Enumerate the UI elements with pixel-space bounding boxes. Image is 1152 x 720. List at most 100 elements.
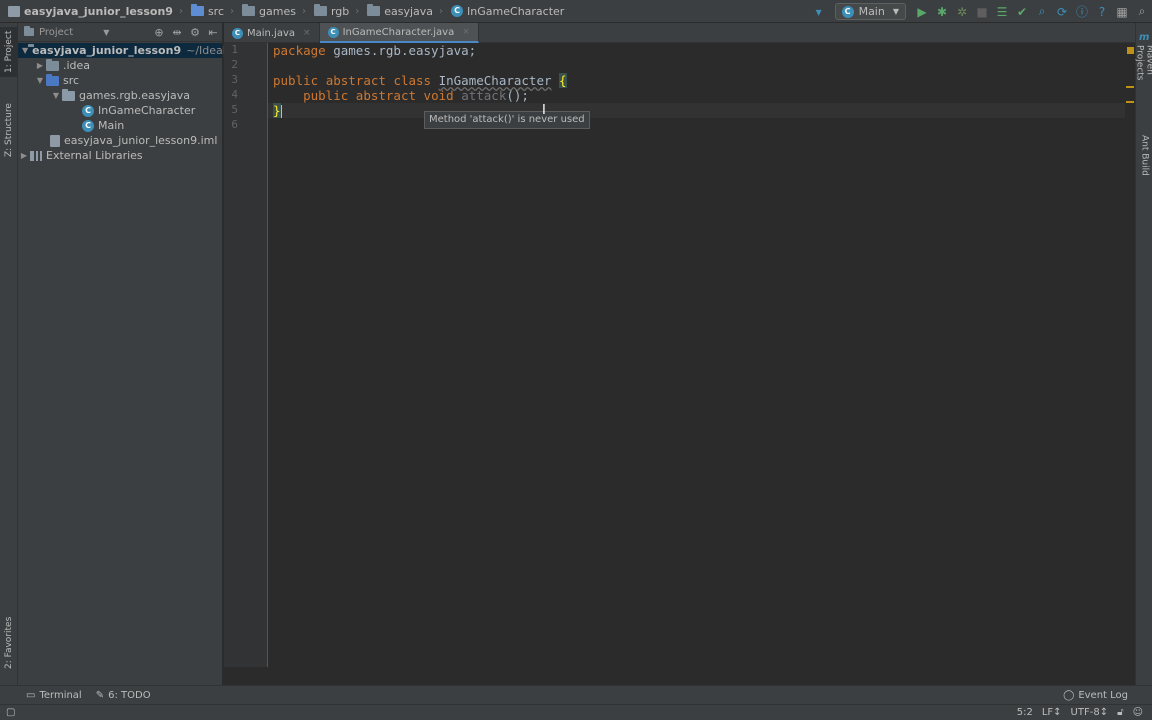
vcs-update-icon[interactable]: ☰ <box>992 0 1012 23</box>
project-tree: ▼ easyjava_junior_lesson9 ~/IdeaPr ▶ .id… <box>18 42 234 163</box>
debug-icon[interactable]: ✱ <box>932 0 952 23</box>
tool-tab-event-log[interactable]: ◯ Event Log <box>1063 690 1128 701</box>
breadcrumb-project[interactable]: easyjava_junior_lesson9 › <box>0 0 183 23</box>
right-tool-stripe: m Maven Projects Ant Build <box>1135 23 1152 685</box>
folder-icon <box>313 4 327 16</box>
tool-tab-favorites[interactable]: 2: Favorites <box>0 607 18 679</box>
caret-row-highlight <box>268 103 1125 118</box>
code-line-5: } <box>273 103 282 118</box>
expanded-arrow-icon[interactable]: ▼ <box>22 46 28 55</box>
maven-icon: m <box>1139 32 1150 43</box>
help-icon[interactable]: ? <box>1092 0 1112 23</box>
class-icon: C <box>82 119 94 132</box>
line-number: 2 <box>231 58 238 71</box>
breadcrumb-class[interactable]: C InGameCharacter <box>443 0 564 23</box>
class-icon: C <box>841 5 854 18</box>
build-hammer-icon[interactable]: ▾ <box>809 0 829 23</box>
line-number: 3 <box>231 73 238 86</box>
package-icon <box>62 88 75 101</box>
line-separator[interactable]: LF↕ <box>1042 707 1062 718</box>
expanded-arrow-icon[interactable]: ▼ <box>50 91 62 100</box>
tool-tab-maven[interactable]: Maven Projects <box>1135 45 1152 113</box>
breadcrumb-src[interactable]: src › <box>183 0 234 23</box>
gear-icon[interactable]: ⚙ <box>186 26 204 39</box>
sync-icon[interactable]: ⟳ <box>1052 0 1072 23</box>
todo-icon: ✎ <box>95 689 105 701</box>
breadcrumb-easyjava[interactable]: easyjava › <box>359 0 443 23</box>
tree-item-idea[interactable]: ▶ .idea <box>18 58 222 73</box>
search-icon[interactable]: ⌕ <box>1132 0 1152 23</box>
editor-tab-bar: C Main.java × C InGameCharacter.java × <box>224 23 1135 43</box>
collapsed-arrow-icon[interactable]: ▶ <box>34 61 46 70</box>
tool-tab-ant[interactable]: Ant Build <box>1136 127 1152 183</box>
info-icon[interactable]: ⓘ <box>1072 0 1092 23</box>
caret-position[interactable]: 5:2 <box>1017 707 1033 718</box>
error-stripe[interactable] <box>1125 43 1135 667</box>
abstract-class-icon: C <box>327 26 339 38</box>
event-log-icon: ◯ <box>1063 689 1075 701</box>
text-caret <box>280 105 282 118</box>
line-number: 4 <box>231 88 238 101</box>
run-icon[interactable]: ▶ <box>912 0 932 23</box>
folder-icon <box>367 4 381 16</box>
warning-marker[interactable] <box>1126 101 1134 103</box>
folder-icon <box>46 58 59 71</box>
tab-main-java[interactable]: C Main.java × <box>224 23 320 43</box>
folder-icon <box>190 4 204 16</box>
breadcrumb-games[interactable]: games › <box>234 0 306 23</box>
main-toolbar: ▾ C Main ▼ ▶ ✱ ✲ ■ ☰ ✔ ⌕ ⟳ ⓘ ? ▦ ⌕ <box>809 0 1152 23</box>
inspector-icon[interactable]: ☺ <box>1133 707 1143 718</box>
close-icon[interactable]: × <box>462 27 470 37</box>
code-editor[interactable]: package games.rgb.easyjava; public abstr… <box>268 43 1125 667</box>
navigation-bar: easyjava_junior_lesson9 › src › games › … <box>0 0 1152 23</box>
source-folder-icon <box>46 73 59 86</box>
line-number-gutter[interactable]: 1 2 3 4 5 6 <box>224 43 268 667</box>
tool-windows-toggle-icon[interactable]: ▢ <box>6 707 15 718</box>
lock-icon[interactable]: 🔓︎ <box>1117 707 1123 718</box>
tree-item-package[interactable]: ▼ games.rgb.easyjava <box>18 88 222 103</box>
warning-marker[interactable] <box>1126 86 1134 88</box>
tool-tab-project[interactable]: 1: Project <box>0 27 18 77</box>
vcs-commit-icon[interactable]: ✔ <box>1012 0 1032 23</box>
file-encoding[interactable]: UTF-8↕ <box>1071 707 1109 718</box>
chevron-down-icon[interactable]: ▼ <box>103 28 109 37</box>
tree-item-project-root[interactable]: ▼ easyjava_junior_lesson9 ~/IdeaPr <box>18 43 234 58</box>
tool-tab-terminal[interactable]: ▭ Terminal <box>26 690 82 701</box>
collapse-all-icon[interactable]: ⇹ <box>168 26 186 39</box>
folder-icon <box>242 4 256 16</box>
tab-ingamecharacter-java[interactable]: C InGameCharacter.java × <box>319 23 479 43</box>
line-number: 6 <box>231 118 238 131</box>
run-configuration-select[interactable]: C Main ▼ <box>834 3 906 20</box>
code-line-3: public abstract class InGameCharacter { <box>273 73 567 88</box>
code-line-1: package games.rgb.easyjava; <box>273 43 477 58</box>
project-panel-header: Project ▼ ⊕ ⇹ ⚙ ⇤ <box>18 23 222 42</box>
search-everywhere-icon[interactable]: ⌕ <box>1032 0 1052 23</box>
folder-icon <box>24 26 34 36</box>
tool-tab-structure[interactable]: Z: Structure <box>0 97 18 163</box>
class-icon: C <box>451 5 464 17</box>
tree-item-src[interactable]: ▼ src <box>18 73 222 88</box>
bottom-tool-bar: ▭ Terminal ✎ 6: TODO ◯ Event Log <box>0 685 1152 704</box>
project-structure-icon[interactable]: ▦ <box>1112 0 1132 23</box>
coverage-icon[interactable]: ✲ <box>952 0 972 23</box>
inspection-tooltip: Method 'attack()' is never used <box>424 111 590 129</box>
stop-icon[interactable]: ■ <box>972 0 992 23</box>
warning-indicator-icon[interactable] <box>1127 47 1134 54</box>
hide-icon[interactable]: ⇤ <box>204 26 222 39</box>
project-icon <box>8 5 20 17</box>
locate-icon[interactable]: ⊕ <box>150 26 168 39</box>
left-tool-stripe: 1: Project Z: Structure 2: Favorites <box>0 23 18 685</box>
project-view-select[interactable]: Project <box>39 27 73 38</box>
collapsed-arrow-icon[interactable]: ▶ <box>18 151 30 160</box>
tree-item-external-libraries[interactable]: ▶ External Libraries <box>18 148 222 163</box>
tool-tab-todo[interactable]: ✎ 6: TODO <box>96 690 151 701</box>
tree-item-iml[interactable]: easyjava_junior_lesson9.iml <box>18 133 222 148</box>
tree-item-main[interactable]: C Main <box>18 118 222 133</box>
class-icon: C <box>232 27 243 39</box>
breadcrumb-rgb[interactable]: rgb › <box>306 0 359 23</box>
expanded-arrow-icon[interactable]: ▼ <box>34 76 46 85</box>
line-number: 5 <box>231 103 238 116</box>
close-icon[interactable]: × <box>303 28 311 38</box>
chevron-down-icon: ▼ <box>892 7 899 16</box>
tree-item-ingamecharacter[interactable]: C InGameCharacter <box>18 103 222 118</box>
